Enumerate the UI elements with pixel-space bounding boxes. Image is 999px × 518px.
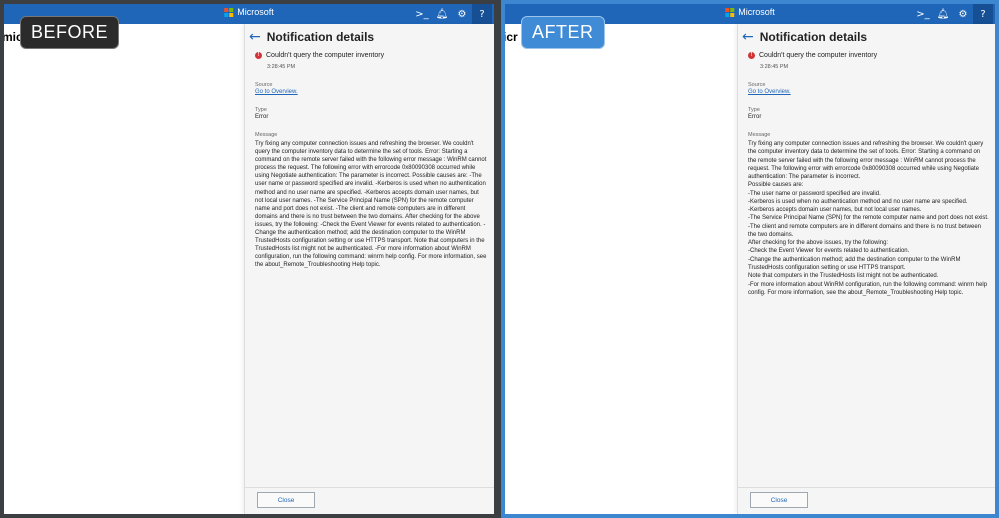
microsoft-logo-icon [224,7,234,17]
brand-name: Microsoft [738,7,775,17]
type-section: Type Error [255,107,488,120]
error-title: Couldn't query the computer inventory [759,52,878,59]
notification-details-pane: ← Notification details ! Couldn't query … [737,24,995,514]
after-panel: icr Microsoft >_ 🔔︎ ⚙ ? AFTER ← Notifica… [501,0,999,518]
error-title: Couldn't query the computer inventory [266,52,385,59]
bell-icon[interactable]: 🔔︎ [933,4,953,24]
back-arrow-icon[interactable]: ← [249,30,261,44]
pane-footer: Close [738,487,995,514]
after-badge: AFTER [521,16,605,49]
gear-icon[interactable]: ⚙ [452,4,472,24]
pane-header: ← Notification details [742,30,991,44]
before-panel: mic Microsoft >_ 🔔︎ ⚙ ? BEFORE ← Notific… [0,0,498,518]
background-page-text: icr [505,30,518,44]
close-button[interactable]: Close [257,492,315,508]
pane-title: Notification details [266,30,375,44]
type-label: Type [255,107,267,113]
error-row: ! Couldn't query the computer inventory [255,52,488,59]
message-section: Message Try fixing any computer connecti… [255,132,488,270]
error-icon: ! [748,52,755,59]
message-text: Try fixing any computer connection issue… [748,141,989,296]
pane-title: Notification details [759,30,868,44]
pane-header: ← Notification details [249,30,490,44]
go-to-overview-link[interactable]: Go to Overview. [255,89,488,95]
source-label: Source [748,82,766,88]
topbar-icons: >_ 🔔︎ ⚙ ? [412,4,492,24]
gear-icon[interactable]: ⚙ [953,4,973,24]
pane-footer: Close [245,487,494,514]
help-icon[interactable]: ? [472,4,492,24]
brand[interactable]: Microsoft [224,7,274,17]
message-label: Message [748,132,771,138]
message-label: Message [255,132,278,138]
message-section: Message Try fixing any computer connecti… [748,132,989,297]
source-section: Source Go to Overview. [748,82,989,95]
close-button[interactable]: Close [750,492,808,508]
type-value: Error [255,114,269,120]
pane-body: ! Couldn't query the computer inventory … [255,52,488,270]
terminal-icon[interactable]: >_ [913,4,933,24]
source-section: Source Go to Overview. [255,82,488,95]
type-section: Type Error [748,107,989,120]
error-icon: ! [255,52,262,59]
message-text: Try fixing any computer connection issue… [255,141,487,269]
timestamp: 3:28:45 PM [760,64,789,70]
source-label: Source [255,82,273,88]
bell-icon[interactable]: 🔔︎ [432,4,452,24]
brand-name: Microsoft [237,7,274,17]
type-value: Error [748,114,762,120]
type-label: Type [748,107,760,113]
timestamp: 3:28:45 PM [267,64,296,70]
notification-details-pane: ← Notification details ! Couldn't query … [244,24,494,514]
terminal-icon[interactable]: >_ [412,4,432,24]
help-icon[interactable]: ? [973,4,993,24]
microsoft-logo-icon [725,7,735,17]
before-badge: BEFORE [20,16,120,49]
pane-body: ! Couldn't query the computer inventory … [748,52,989,297]
go-to-overview-link[interactable]: Go to Overview. [748,89,989,95]
topbar-icons: >_ 🔔︎ ⚙ ? [913,4,993,24]
error-row: ! Couldn't query the computer inventory [748,52,989,59]
back-arrow-icon[interactable]: ← [742,30,754,44]
brand[interactable]: Microsoft [725,7,775,17]
